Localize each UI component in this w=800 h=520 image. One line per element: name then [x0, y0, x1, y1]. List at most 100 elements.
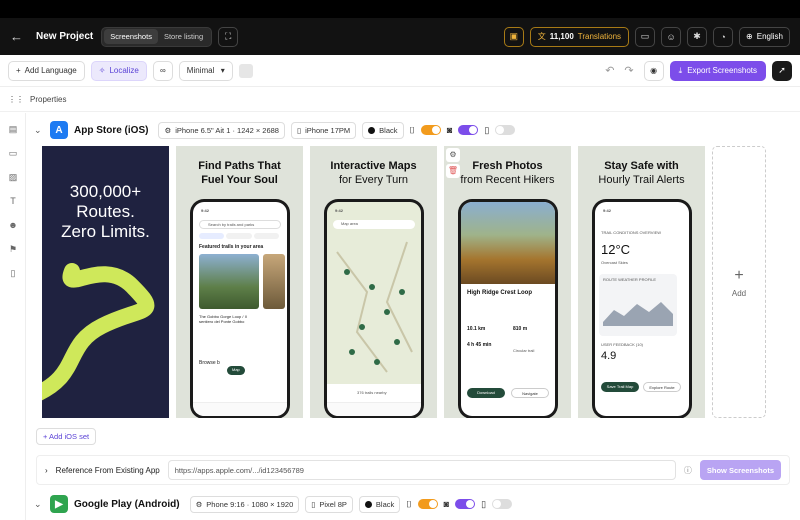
add-ios-set-button[interactable]: + Add iOS set: [36, 428, 97, 445]
screen4-caption: Fresh Photos from Recent Hikers: [444, 159, 571, 187]
android-color-label: Black: [375, 499, 395, 509]
translations-count: 11,100: [549, 32, 574, 41]
style-select-value: Minimal: [186, 66, 215, 75]
trash-icon[interactable]: 🗑: [446, 164, 460, 178]
download-button: Download: [467, 388, 505, 398]
page-icon: ▯: [481, 498, 487, 509]
screenshot-2[interactable]: Find Paths That Fuel Your Soul 9:42 Sear…: [176, 146, 303, 418]
reference-url-input[interactable]: https://apps.apple.com/.../id123456789: [167, 460, 676, 480]
language-select[interactable]: ⊕ English: [739, 26, 790, 47]
screen2-line1: Find Paths That: [198, 160, 281, 172]
elevation-chart: [603, 302, 673, 326]
color-swatch[interactable]: [238, 63, 253, 78]
ios-color-select[interactable]: Black: [362, 121, 404, 139]
bug-icon[interactable]: ✱: [687, 26, 708, 47]
explore-button: Explore Route: [643, 382, 681, 392]
show-screenshots-button[interactable]: Show Screenshots: [699, 460, 781, 480]
view-switch: Screenshots Store listing: [101, 26, 213, 47]
preview-button[interactable]: ◉: [643, 60, 664, 81]
status-time: 9:42: [603, 208, 612, 213]
app-store-icon: A: [50, 121, 68, 139]
ios-model-label: iPhone 17PM: [305, 125, 351, 135]
text-icon[interactable]: T: [5, 193, 21, 209]
notch-toggle[interactable]: [458, 125, 479, 135]
folder-icon[interactable]: ▭: [5, 145, 21, 161]
folder-icon[interactable]: ▭: [635, 26, 656, 47]
chevron-right-icon[interactable]: ›: [45, 466, 48, 475]
phone-icon: ▯: [296, 125, 302, 135]
localize-button[interactable]: ✧ Localize: [90, 60, 147, 81]
sticker-icon[interactable]: ☻: [5, 217, 21, 233]
tab-screenshots[interactable]: Screenshots: [104, 29, 158, 44]
bell-icon[interactable]: ◔: [713, 26, 734, 47]
screen3-line2: for Every Turn: [338, 174, 409, 186]
tab-bar: [327, 402, 421, 416]
translations-label: Translations: [577, 32, 622, 41]
color-dot: [364, 500, 372, 508]
hiker-photo: [461, 202, 555, 284]
trail-photo: [199, 254, 259, 309]
trail-search: Search by trails and parks: [199, 220, 281, 229]
add-language-button[interactable]: + Add Language: [8, 60, 85, 81]
link-button[interactable]: ∞: [152, 60, 173, 81]
redo-icon[interactable]: ↷: [624, 64, 633, 77]
frame-toggle[interactable]: [417, 499, 438, 509]
trail-name: The Gobbo Gorge Loop / Il sentiero del P…: [199, 314, 247, 324]
screenshot-4[interactable]: Fresh Photos from Recent Hikers High Rid…: [444, 146, 571, 418]
profile-heading: ROUTE WEATHER PROFILE: [603, 277, 657, 282]
collapse-chevron-icon[interactable]: ⌄: [34, 125, 44, 136]
language-label: English: [756, 32, 783, 41]
translations-counter[interactable]: 文 11,100 Translations: [529, 26, 630, 47]
capture-icon[interactable]: ⛶: [218, 26, 239, 47]
reference-row: › Reference From Existing App https://ap…: [36, 455, 790, 485]
rocket-button[interactable]: ➚: [772, 60, 792, 81]
info-icon[interactable]: ⓘ: [684, 465, 692, 476]
tab-bar: [193, 402, 287, 416]
rating-value: 4.9: [601, 350, 617, 362]
screen4-line2: from Recent Hikers: [460, 174, 555, 186]
settings-icon[interactable]: ⚙: [446, 148, 460, 162]
ios-device-label: iPhone 6.5" Ait 1 · 1242 × 2688: [175, 125, 279, 135]
link-icon: ∞: [159, 66, 166, 75]
android-color-select[interactable]: Black: [358, 495, 401, 513]
sparkle-icon: ✧: [98, 66, 106, 75]
flag-icon[interactable]: ⚑: [5, 241, 21, 257]
trail-title: High Ridge Crest Loop: [467, 290, 532, 296]
collapse-chevron-icon[interactable]: ⌄: [34, 499, 44, 510]
android-device-select[interactable]: ⚙ Phone 9:16 · 1080 × 1920: [189, 495, 300, 513]
style-select[interactable]: Minimal ▾: [178, 60, 233, 81]
ios-model-select[interactable]: ▯ iPhone 17PM: [290, 121, 357, 139]
notch-toggle[interactable]: [455, 499, 476, 509]
phone-screen: High Ridge Crest Loop 10.1 km 810 m 4 h …: [461, 202, 555, 416]
tab-store-listing[interactable]: Store listing: [158, 29, 209, 44]
ios-device-select[interactable]: ⚙ iPhone 6.5" Ait 1 · 1242 × 2688: [158, 121, 285, 139]
window-top-bar: [0, 0, 800, 18]
temperature-value: 12°C: [601, 242, 631, 257]
page-toggle[interactable]: [495, 125, 516, 135]
screenshot-1[interactable]: 300,000+ Routes. Zero Limits.: [42, 146, 169, 418]
undo-icon[interactable]: ↶: [605, 64, 614, 77]
screenshot-3[interactable]: Interactive Maps for Every Turn 9:42 Map…: [310, 146, 437, 418]
gear-icon: ⚙: [195, 499, 203, 509]
frame-toggle[interactable]: [420, 125, 441, 135]
export-screenshots-button[interactable]: ⤓ Export Screenshots: [669, 60, 766, 81]
page-toggle[interactable]: [492, 499, 513, 509]
trail-photo-2: [263, 254, 285, 309]
weather-profile-card: ROUTE WEATHER PROFILE: [599, 274, 677, 336]
image-icon[interactable]: ▨: [5, 169, 21, 185]
back-arrow-icon[interactable]: ←: [10, 29, 32, 44]
properties-bar[interactable]: ⋮⋮ Properties: [0, 88, 800, 112]
add-screenshot-button[interactable]: + Add: [712, 146, 766, 418]
app-header: ← New Project Screenshots Store listing …: [0, 18, 800, 55]
localize-label: Localize: [109, 66, 139, 75]
credits-icon[interactable]: ▣: [503, 26, 524, 47]
android-device-label: Phone 9:16 · 1080 × 1920: [206, 499, 294, 509]
add-label: Add: [731, 288, 747, 298]
android-model-select[interactable]: ▯ Pixel 8P: [305, 495, 353, 513]
device-icon[interactable]: ▯: [5, 265, 21, 281]
user-icon[interactable]: ☺: [661, 26, 682, 47]
trail-search-placeholder: Search by trails and parks: [208, 222, 255, 227]
layout-icon[interactable]: ▤: [5, 121, 21, 137]
screenshot-5[interactable]: Stay Safe with Hourly Trail Alerts 9:42 …: [578, 146, 705, 418]
grid-icon: ⋮⋮: [8, 95, 24, 104]
